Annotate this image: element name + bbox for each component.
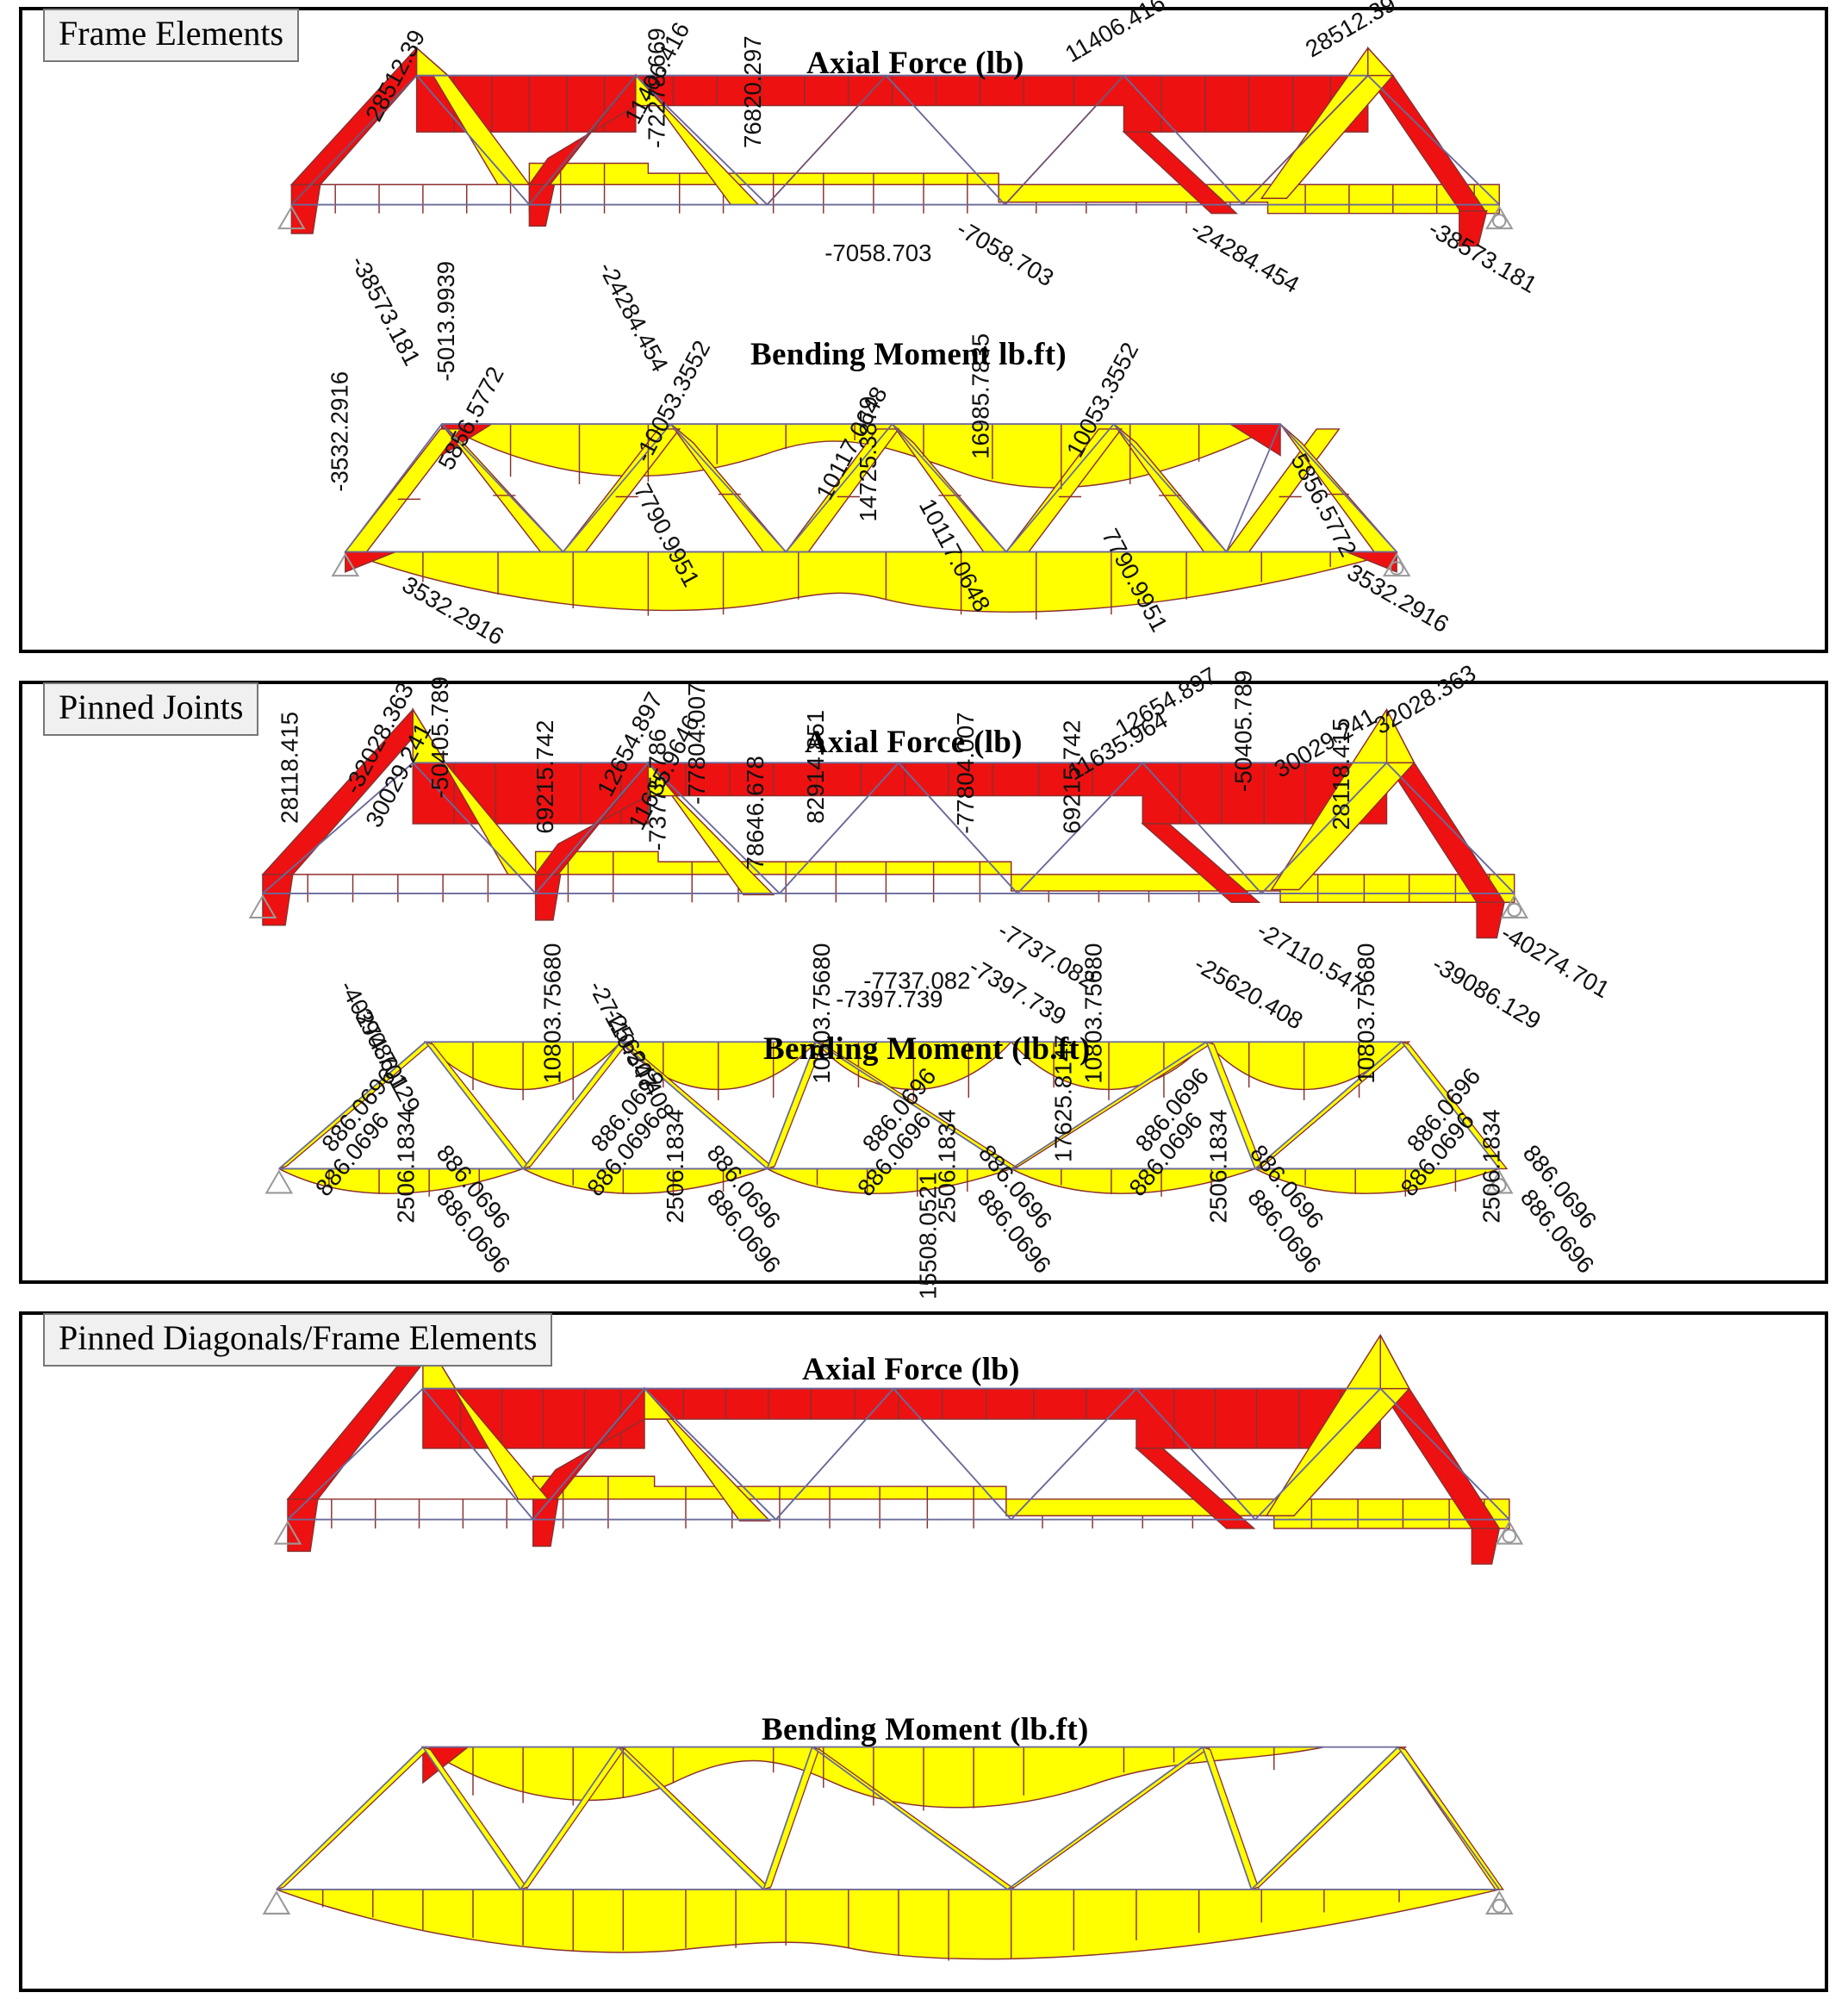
support-pin-left-moment-3 bbox=[262, 1890, 291, 1915]
panel-1-canvas: 28512.39 -38573.181 11406.416 -72278.669 -24… bbox=[22, 0, 1825, 651]
value-label: -24284.454 bbox=[594, 258, 674, 377]
value-label: 2506.1834 bbox=[1478, 1110, 1504, 1224]
axial-force-title-3: Axial Force (lb) bbox=[802, 1352, 1020, 1387]
value-label: -72278.669 bbox=[643, 28, 669, 148]
panel-pinned-diagonals: Pinned Diagonals/Frame Elements Axial Fo… bbox=[19, 702, 1828, 1992]
value-label: 10803.75680 bbox=[1353, 943, 1379, 1084]
value-label: 2506.1834 bbox=[393, 1110, 420, 1224]
value-label: -27110.547 bbox=[1253, 917, 1368, 1000]
moment-diagram-3 bbox=[262, 1746, 1514, 1961]
support-roller-right-moment-3 bbox=[1484, 1890, 1514, 1915]
value-label: 32028.363 bbox=[1370, 659, 1480, 739]
value-label: -7058.703 bbox=[824, 240, 931, 266]
panel-frame-elements: Frame Elements Axial Force (lb) Bending … bbox=[19, 0, 1828, 653]
panel-tab-label-1: Frame Elements bbox=[43, 9, 300, 62]
bending-moment-title-2: Bending Moment (lb.ft) bbox=[763, 1031, 1091, 1067]
value-label: -7058.703 bbox=[952, 215, 1058, 291]
value-label: 15508.0521 bbox=[915, 1172, 942, 1299]
bending-moment-title-1: Bending Moment lb.ft) bbox=[750, 337, 1067, 372]
panel-tab-label-3: Pinned Diagonals/Frame Elements bbox=[43, 1313, 553, 1367]
value-label: 10803.75680 bbox=[539, 943, 566, 1084]
value-label: 14725.3879 bbox=[855, 396, 881, 522]
value-label: -24284.454 bbox=[1186, 215, 1304, 298]
value-label: -3532.2916 bbox=[327, 371, 353, 492]
axial-force-title-1: Axial Force (lb) bbox=[806, 46, 1024, 81]
value-label: -73775.786 bbox=[644, 729, 671, 851]
value-label: -40274.701 bbox=[1496, 919, 1614, 1004]
value-label: 11406.416 bbox=[1061, 0, 1170, 67]
bending-moment-title-3: Bending Moment (lb.ft) bbox=[762, 1712, 1089, 1747]
value-label: 28512.39 bbox=[1301, 0, 1400, 62]
value-label: 3532.2916 bbox=[1343, 558, 1453, 638]
value-label: 28118.415 bbox=[277, 712, 303, 824]
panel-tab-label-2: Pinned Joints bbox=[43, 682, 259, 736]
value-label: 69215.742 bbox=[532, 720, 558, 834]
panel-3-canvas: 30029.241 -39086.129 11635.9646 -73775.786 7… bbox=[22, 702, 1825, 1989]
value-label: 2506.1834 bbox=[662, 1110, 688, 1224]
value-label: 2506.1834 bbox=[1205, 1110, 1232, 1224]
value-label: -7397.739 bbox=[836, 986, 943, 1012]
value-label: 76820.297 bbox=[739, 35, 766, 148]
support-pin-left-moment-2 bbox=[264, 1169, 294, 1194]
value-label: -50405.789 bbox=[1230, 670, 1257, 792]
value-label: 78646.678 bbox=[742, 756, 768, 869]
value-label: -5013.9939 bbox=[432, 261, 459, 382]
axial-force-title-2: Axial Force (lb) bbox=[805, 725, 1023, 760]
value-label: -38573.181 bbox=[345, 251, 426, 370]
figure-page: Frame Elements Axial Force (lb) Bending … bbox=[0, 0, 1848, 2005]
